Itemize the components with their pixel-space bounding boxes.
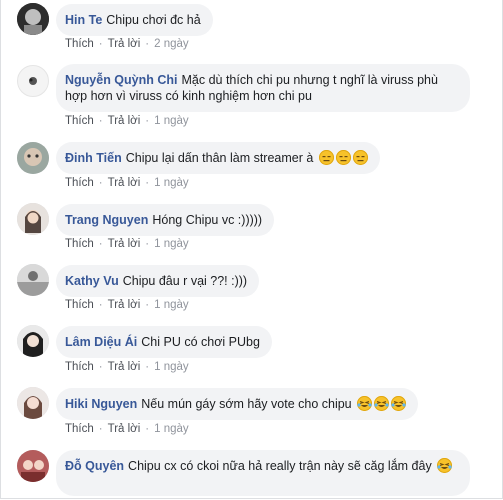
comment-text: Hóng Chipu vc :))))) [152, 213, 263, 227]
comment-bubble: Kathy Vu Chipu đâu r vại ??! :))) [56, 265, 260, 297]
reply-button[interactable]: Trả lời [108, 115, 141, 127]
like-button[interactable]: Thích [65, 38, 94, 50]
avatar[interactable] [17, 3, 49, 35]
comment-author[interactable]: Hin Te [65, 13, 102, 27]
reply-button[interactable]: Trả lời [108, 238, 141, 250]
comment-time[interactable]: 2 ngày [154, 38, 189, 50]
separator: · [98, 238, 103, 250]
separator: · [98, 361, 103, 373]
laughing-tears-face-icon [374, 396, 390, 411]
comment-bubble: Đỗ Quyên Chipu cx có ckoi nữa hả really t… [56, 450, 470, 496]
like-button[interactable]: Thích [65, 299, 94, 311]
comment-actions: Thích · Trả lời · 2 ngày [65, 38, 189, 50]
separator: · [98, 115, 103, 127]
reply-button[interactable]: Trả lời [108, 38, 141, 50]
comment-author[interactable]: Đinh Tiến [65, 151, 122, 165]
comment-text: Nếu mún gáy sớm hãy vote cho chipu [141, 397, 352, 411]
reply-button[interactable]: Trả lời [108, 299, 141, 311]
comment-author[interactable]: Hiki Nguyen [65, 397, 137, 411]
comment-actions: Thích · Trả lời · 1 ngày [65, 238, 189, 250]
comment-text: Chipu đâu r vại ??! :))) [122, 274, 248, 288]
separator: · [145, 177, 150, 189]
comment-text: Chipu cx có ckoi nữa hả really trận này … [128, 459, 432, 473]
comment-bubble: Hiki Nguyen Nếu mún gáy sớm hãy vote cho … [56, 388, 419, 420]
comment-actions: Thích · Trả lời · 1 ngày [65, 423, 189, 435]
separator: · [145, 38, 150, 50]
separator: · [145, 115, 150, 127]
separator: · [145, 299, 150, 311]
reply-button[interactable]: Trả lời [108, 361, 141, 373]
comment-actions: Thích · Trả lời · 1 ngày [65, 177, 189, 189]
separator: · [98, 38, 103, 50]
separator: · [145, 361, 150, 373]
comment-author[interactable]: Trang Nguyen [65, 213, 148, 227]
reply-button[interactable]: Trả lời [108, 177, 141, 189]
comment-bubble: Trang Nguyen Hóng Chipu vc :))))) [56, 204, 275, 236]
comment-actions: Thích · Trả lời · 1 ngày [65, 115, 189, 127]
avatar[interactable] [17, 264, 49, 296]
comment-actions: Thích · Trả lời · 1 ngày [65, 361, 189, 373]
comment-text: Chipu chơi đc hả [106, 13, 201, 27]
reply-button[interactable]: Trả lời [108, 423, 141, 435]
laughing-tears-face-icon [437, 458, 453, 473]
comment-text: Chi PU có chơi PUbg [141, 335, 260, 349]
avatar[interactable] [17, 325, 49, 357]
comment-text: Chipu lại dấn thân làm streamer à [125, 151, 314, 165]
laughing-tears-face-icon [357, 396, 373, 411]
comment-time[interactable]: 1 ngày [154, 115, 189, 127]
comment-bubble: Lâm Diệu Ái Chi PU có chơi PUbg [56, 326, 272, 358]
separator: · [145, 423, 150, 435]
comment-time[interactable]: 1 ngày [154, 423, 189, 435]
avatar[interactable] [17, 65, 49, 97]
separator: · [98, 299, 103, 311]
comment-bubble: Đinh Tiến Chipu lại dấn thân làm streamer… [56, 142, 380, 174]
avatar[interactable] [17, 450, 49, 482]
avatar[interactable] [17, 203, 49, 235]
expressionless-face-icon [318, 150, 334, 165]
like-button[interactable]: Thích [65, 177, 94, 189]
expressionless-face-icon [335, 150, 351, 165]
comment-time[interactable]: 1 ngày [154, 299, 189, 311]
separator: · [145, 238, 150, 250]
comment-actions: Thích · Trả lời · 1 ngày [65, 299, 189, 311]
avatar[interactable] [17, 142, 49, 174]
laughing-tears-face-icon [391, 396, 407, 411]
separator: · [98, 177, 103, 189]
comment-author[interactable]: Lâm Diệu Ái [65, 335, 137, 349]
like-button[interactable]: Thích [65, 423, 94, 435]
expressionless-face-icon [352, 150, 368, 165]
comment-bubble: Nguyễn Quỳnh Chi Mặc dù thích chi pu nhưn… [56, 64, 470, 112]
like-button[interactable]: Thích [65, 361, 94, 373]
like-button[interactable]: Thích [65, 115, 94, 127]
comment-author[interactable]: Đỗ Quyên [65, 459, 124, 473]
comments-panel: Hin Te Chipu chơi đc hả Thích · Trả lời · 2 n… [0, 0, 503, 499]
like-button[interactable]: Thích [65, 238, 94, 250]
comment-author[interactable]: Kathy Vu [65, 274, 119, 288]
comment-time[interactable]: 1 ngày [154, 238, 189, 250]
comment-bubble: Hin Te Chipu chơi đc hả [56, 4, 213, 36]
avatar[interactable] [17, 387, 49, 419]
comment-time[interactable]: 1 ngày [154, 177, 189, 189]
comment-author[interactable]: Nguyễn Quỳnh Chi [65, 73, 178, 87]
separator: · [98, 423, 103, 435]
comment-time[interactable]: 1 ngày [154, 361, 189, 373]
